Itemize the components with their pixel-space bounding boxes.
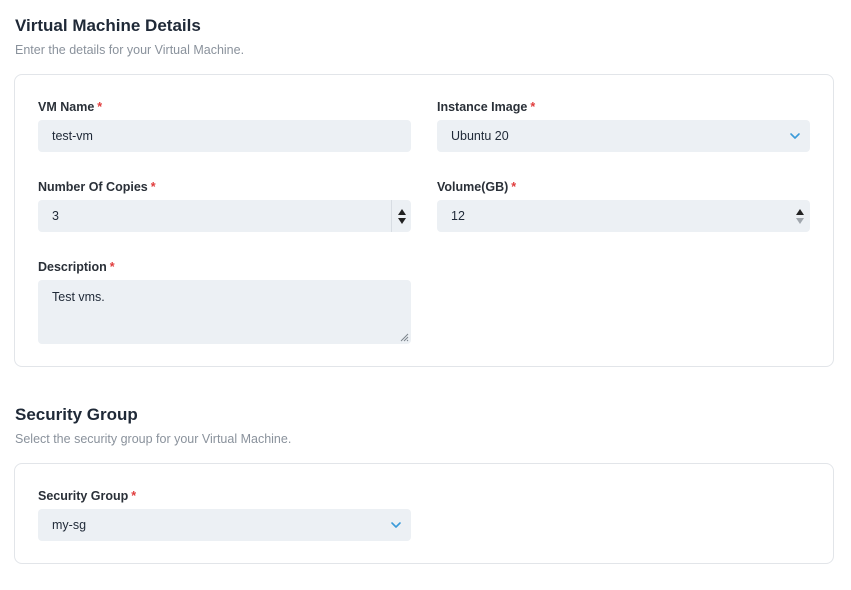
required-asterisk: *	[97, 100, 103, 114]
description-label: Description *	[38, 260, 115, 274]
security-group-select[interactable]: my-sg	[38, 509, 411, 541]
volume-label: Volume(GB) *	[437, 180, 517, 194]
required-asterisk: *	[150, 180, 156, 194]
required-asterisk: *	[511, 180, 517, 194]
required-asterisk: *	[109, 260, 115, 274]
increment-arrow-icon[interactable]	[796, 208, 804, 215]
volume-stepper[interactable]	[790, 200, 810, 232]
resize-handle-icon[interactable]	[399, 332, 409, 342]
security-group-subtitle: Select the security group for your Virtu…	[15, 432, 292, 446]
required-asterisk: *	[530, 100, 536, 114]
vm-name-input[interactable]: test-vm	[38, 120, 411, 152]
decrement-arrow-icon[interactable]	[397, 217, 406, 224]
instance-image-label: Instance Image *	[437, 100, 536, 114]
copies-label: Number Of Copies *	[38, 180, 156, 194]
security-group-label: Security Group *	[38, 489, 137, 503]
copies-stepper[interactable]	[391, 200, 411, 232]
chevron-down-icon	[391, 522, 401, 528]
chevron-down-icon	[790, 133, 800, 139]
vm-details-title: Virtual Machine Details	[15, 16, 201, 35]
instance-image-select[interactable]: Ubuntu 20	[437, 120, 810, 152]
decrement-arrow-icon[interactable]	[796, 217, 804, 224]
security-group-title: Security Group	[15, 405, 138, 424]
description-textarea[interactable]: Test vms.	[38, 280, 411, 344]
increment-arrow-icon[interactable]	[397, 208, 406, 215]
vm-details-subtitle: Enter the details for your Virtual Machi…	[15, 43, 245, 57]
vm-name-label: VM Name *	[38, 100, 103, 114]
required-asterisk: *	[131, 489, 137, 503]
volume-number-input[interactable]: 12	[437, 200, 810, 232]
copies-number-input[interactable]: 3	[38, 200, 411, 232]
